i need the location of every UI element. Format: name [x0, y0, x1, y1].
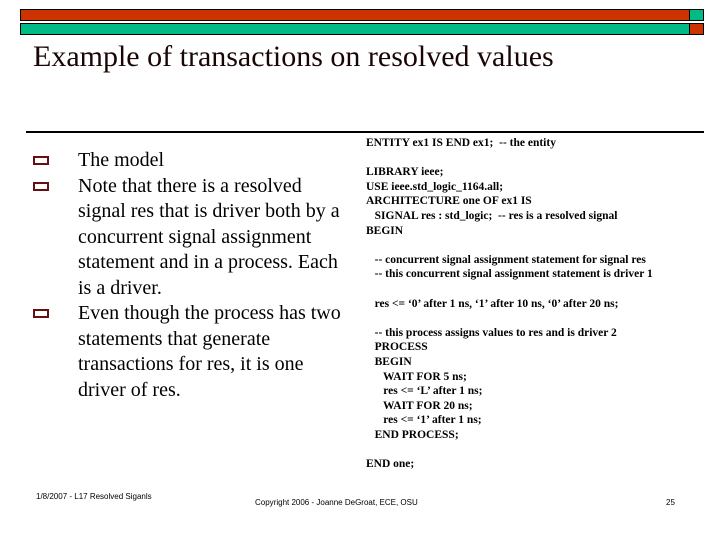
code-line: WAIT FOR 20 ns;: [366, 399, 473, 412]
code-line: res <= ‘0’ after 1 ns, ‘1’ after 10 ns, …: [366, 297, 619, 310]
header-bar-top: [20, 9, 704, 21]
code-line: SIGNAL res : std_logic; -- res is a reso…: [366, 209, 618, 222]
code-line: ENTITY ex1 IS END ex1; -- the entity: [366, 137, 556, 149]
code-line: END PROCESS;: [366, 428, 459, 441]
code-line: -- concurrent signal assignment statemen…: [366, 253, 646, 266]
hollow-square-bullet-icon: [33, 181, 49, 191]
hollow-square-bullet-icon: [33, 309, 49, 318]
list-item: Note that there is a resolved signal res…: [33, 174, 353, 302]
code-line: PROCESS: [366, 341, 428, 354]
bullet-list: The model Note that there is a resolved …: [33, 148, 353, 403]
footer-page-number: 25: [666, 498, 675, 507]
code-line: BEGIN: [366, 355, 412, 368]
footer-copyright: Copyright 2006 - Joanne DeGroat, ECE, OS…: [255, 498, 418, 507]
bullet-text: Note that there is a resolved signal res…: [78, 174, 340, 299]
vhdl-code-listing: ENTITY ex1 IS END ex1; -- the entity LIB…: [366, 136, 716, 472]
header-bar-top-wide-segment: [21, 10, 689, 20]
code-line: WAIT FOR 5 ns;: [366, 370, 467, 383]
slide-title: Example of transactions on resolved valu…: [33, 40, 554, 73]
list-item: The model: [33, 148, 353, 174]
slide-footer: 1/8/2007 - L17 Resolved Siganls Copyrigh…: [0, 492, 720, 522]
list-item: Even though the process has two statemen…: [33, 301, 353, 403]
code-line: res <= ‘L’ after 1 ns;: [366, 385, 483, 398]
code-line: BEGIN: [366, 224, 404, 237]
code-line: -- this process assigns values to res an…: [366, 326, 617, 339]
header-bar-bottom-wide-segment: [21, 24, 689, 34]
code-line: USE ieee.std_logic_1164.all;: [366, 180, 504, 193]
hollow-square-bullet-icon: [33, 156, 49, 165]
code-line: LIBRARY ieee;: [366, 166, 444, 179]
code-line: res <= ‘1’ after 1 ns;: [366, 414, 482, 427]
code-line: END one;: [366, 458, 415, 471]
decorative-header-bars: [20, 9, 704, 36]
code-line: -- this concurrent signal assignment sta…: [366, 268, 653, 281]
code-line: ARCHITECTURE one OF ex1 IS: [366, 195, 532, 208]
header-bar-bottom: [20, 23, 704, 35]
footer-lecture-label: 1/8/2007 - L17 Resolved Siganls: [36, 492, 152, 501]
header-bar-bottom-narrow-segment: [689, 24, 703, 34]
bullet-text: Even though the process has two statemen…: [78, 302, 341, 401]
header-bar-top-narrow-segment: [689, 10, 703, 20]
bullet-text: The model: [78, 149, 165, 171]
title-divider-rule: [26, 131, 704, 133]
